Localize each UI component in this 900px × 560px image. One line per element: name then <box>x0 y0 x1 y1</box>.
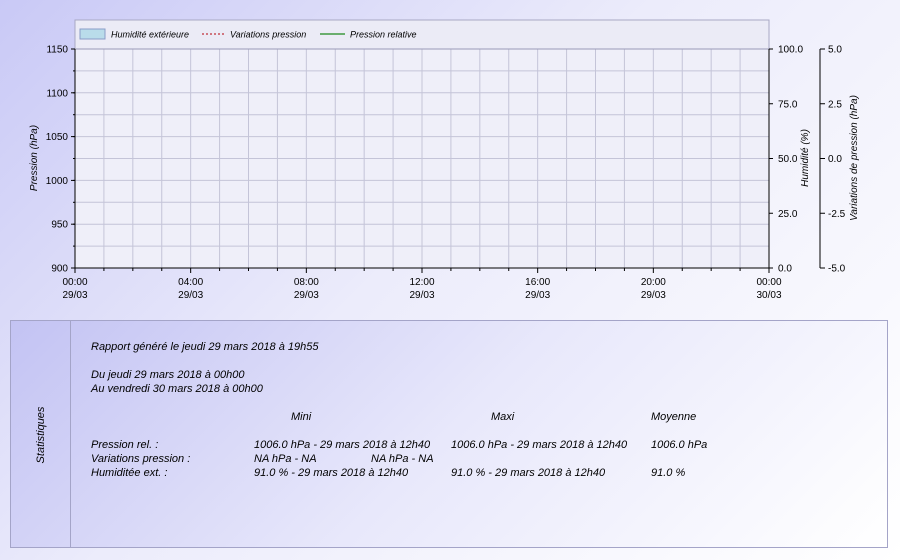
x-tick-label-date: 29/03 <box>641 290 666 301</box>
y-left-axis-label: Pression (hPa) <box>29 125 40 191</box>
y-humidity-tick-label: 75.0 <box>778 99 798 110</box>
row-pression-mini: 1006.0 hPa - 29 mars 2018 à 12h40 <box>254 439 431 451</box>
y-variation-tick-label: -2.5 <box>828 209 846 220</box>
header-moyenne: Moyenne <box>651 411 697 423</box>
row-pression-label: Pression rel. : <box>91 439 159 451</box>
x-tick-label-date: 29/03 <box>178 290 203 301</box>
header-mini: Mini <box>291 411 312 423</box>
y-variation-tick-label: 5.0 <box>828 45 842 56</box>
y-left-tick-label: 1100 <box>46 88 68 99</box>
x-tick-label-time: 08:00 <box>294 277 319 288</box>
y-variation-tick-label: 2.5 <box>828 99 842 110</box>
x-tick-label-time: 04:00 <box>178 277 203 288</box>
x-tick-label-time: 00:00 <box>756 277 781 288</box>
statistics-side-bar: Statistiques <box>11 321 71 547</box>
y-humidity-tick-label: 0.0 <box>778 264 792 275</box>
y-variation-tick-label: 0.0 <box>828 154 842 165</box>
row-pression-moyenne: 1006.0 hPa <box>651 439 708 451</box>
x-tick-label-date: 29/03 <box>409 290 434 301</box>
y-variation-tick-label: -5.0 <box>828 264 846 275</box>
row-humidite-label: Humiditée ext. : <box>91 467 168 479</box>
y-left-tick-label: 1000 <box>46 176 69 187</box>
legend-swatch-humidity <box>79 28 106 40</box>
y-humidity-axis-label: Humidité (%) <box>800 129 811 187</box>
row-humidite-maxi: 91.0 % - 29 mars 2018 à 12h40 <box>451 467 606 479</box>
y-left-tick-label: 1050 <box>46 132 69 143</box>
row-variations-label: Variations pression : <box>91 453 191 465</box>
x-tick-label-time: 12:00 <box>409 277 434 288</box>
x-tick-label-time: 20:00 <box>641 277 666 288</box>
x-tick-label-date: 29/03 <box>525 290 550 301</box>
x-tick-label-time: 00:00 <box>62 277 87 288</box>
report-generated-line: Rapport généré le jeudi 29 mars 2018 à 1… <box>91 341 319 353</box>
y-humidity-tick-label: 100.0 <box>778 45 803 56</box>
legend-label: Pression relative <box>350 30 417 40</box>
legend-label: Variations pression <box>230 30 306 40</box>
y-left-tick-label: 900 <box>51 264 68 275</box>
x-tick-label-date: 29/03 <box>294 290 319 301</box>
x-tick-label-time: 16:00 <box>525 277 550 288</box>
chart: 900 950 1000 1050 1100 1150 Pression (hPa) 0.0 2… <box>29 19 860 301</box>
statistics-side-label: Statistiques <box>35 406 47 464</box>
y-variation-axis-label: Variations de pression (hPa) <box>849 95 860 221</box>
x-tick-label-date: 30/03 <box>756 290 781 301</box>
legend-label: Humidité extérieure <box>111 30 189 40</box>
row-humidite-mini: 91.0 % - 29 mars 2018 à 12h40 <box>254 467 409 479</box>
period-end-line: Au vendredi 30 mars 2018 à 00h00 <box>91 383 263 395</box>
y-left-tick-label: 1150 <box>46 45 68 56</box>
x-tick-label-date: 29/03 <box>62 290 87 301</box>
y-humidity-tick-label: 50.0 <box>778 154 798 165</box>
row-humidite-moyenne: 91.0 % <box>651 467 686 479</box>
period-start-line: Du jeudi 29 mars 2018 à 00h00 <box>91 369 245 381</box>
header-maxi: Maxi <box>491 411 515 423</box>
row-pression-maxi: 1006.0 hPa - 29 mars 2018 à 12h40 <box>451 439 628 451</box>
y-humidity-tick-label: 25.0 <box>778 209 798 220</box>
row-variations-maxi: NA hPa - NA <box>371 453 434 465</box>
y-left-tick-label: 950 <box>51 220 68 231</box>
statistics-panel: Statistiques Rapport généré le jeudi 29 … <box>10 320 888 548</box>
row-variations-mini: NA hPa - NA <box>254 453 317 465</box>
